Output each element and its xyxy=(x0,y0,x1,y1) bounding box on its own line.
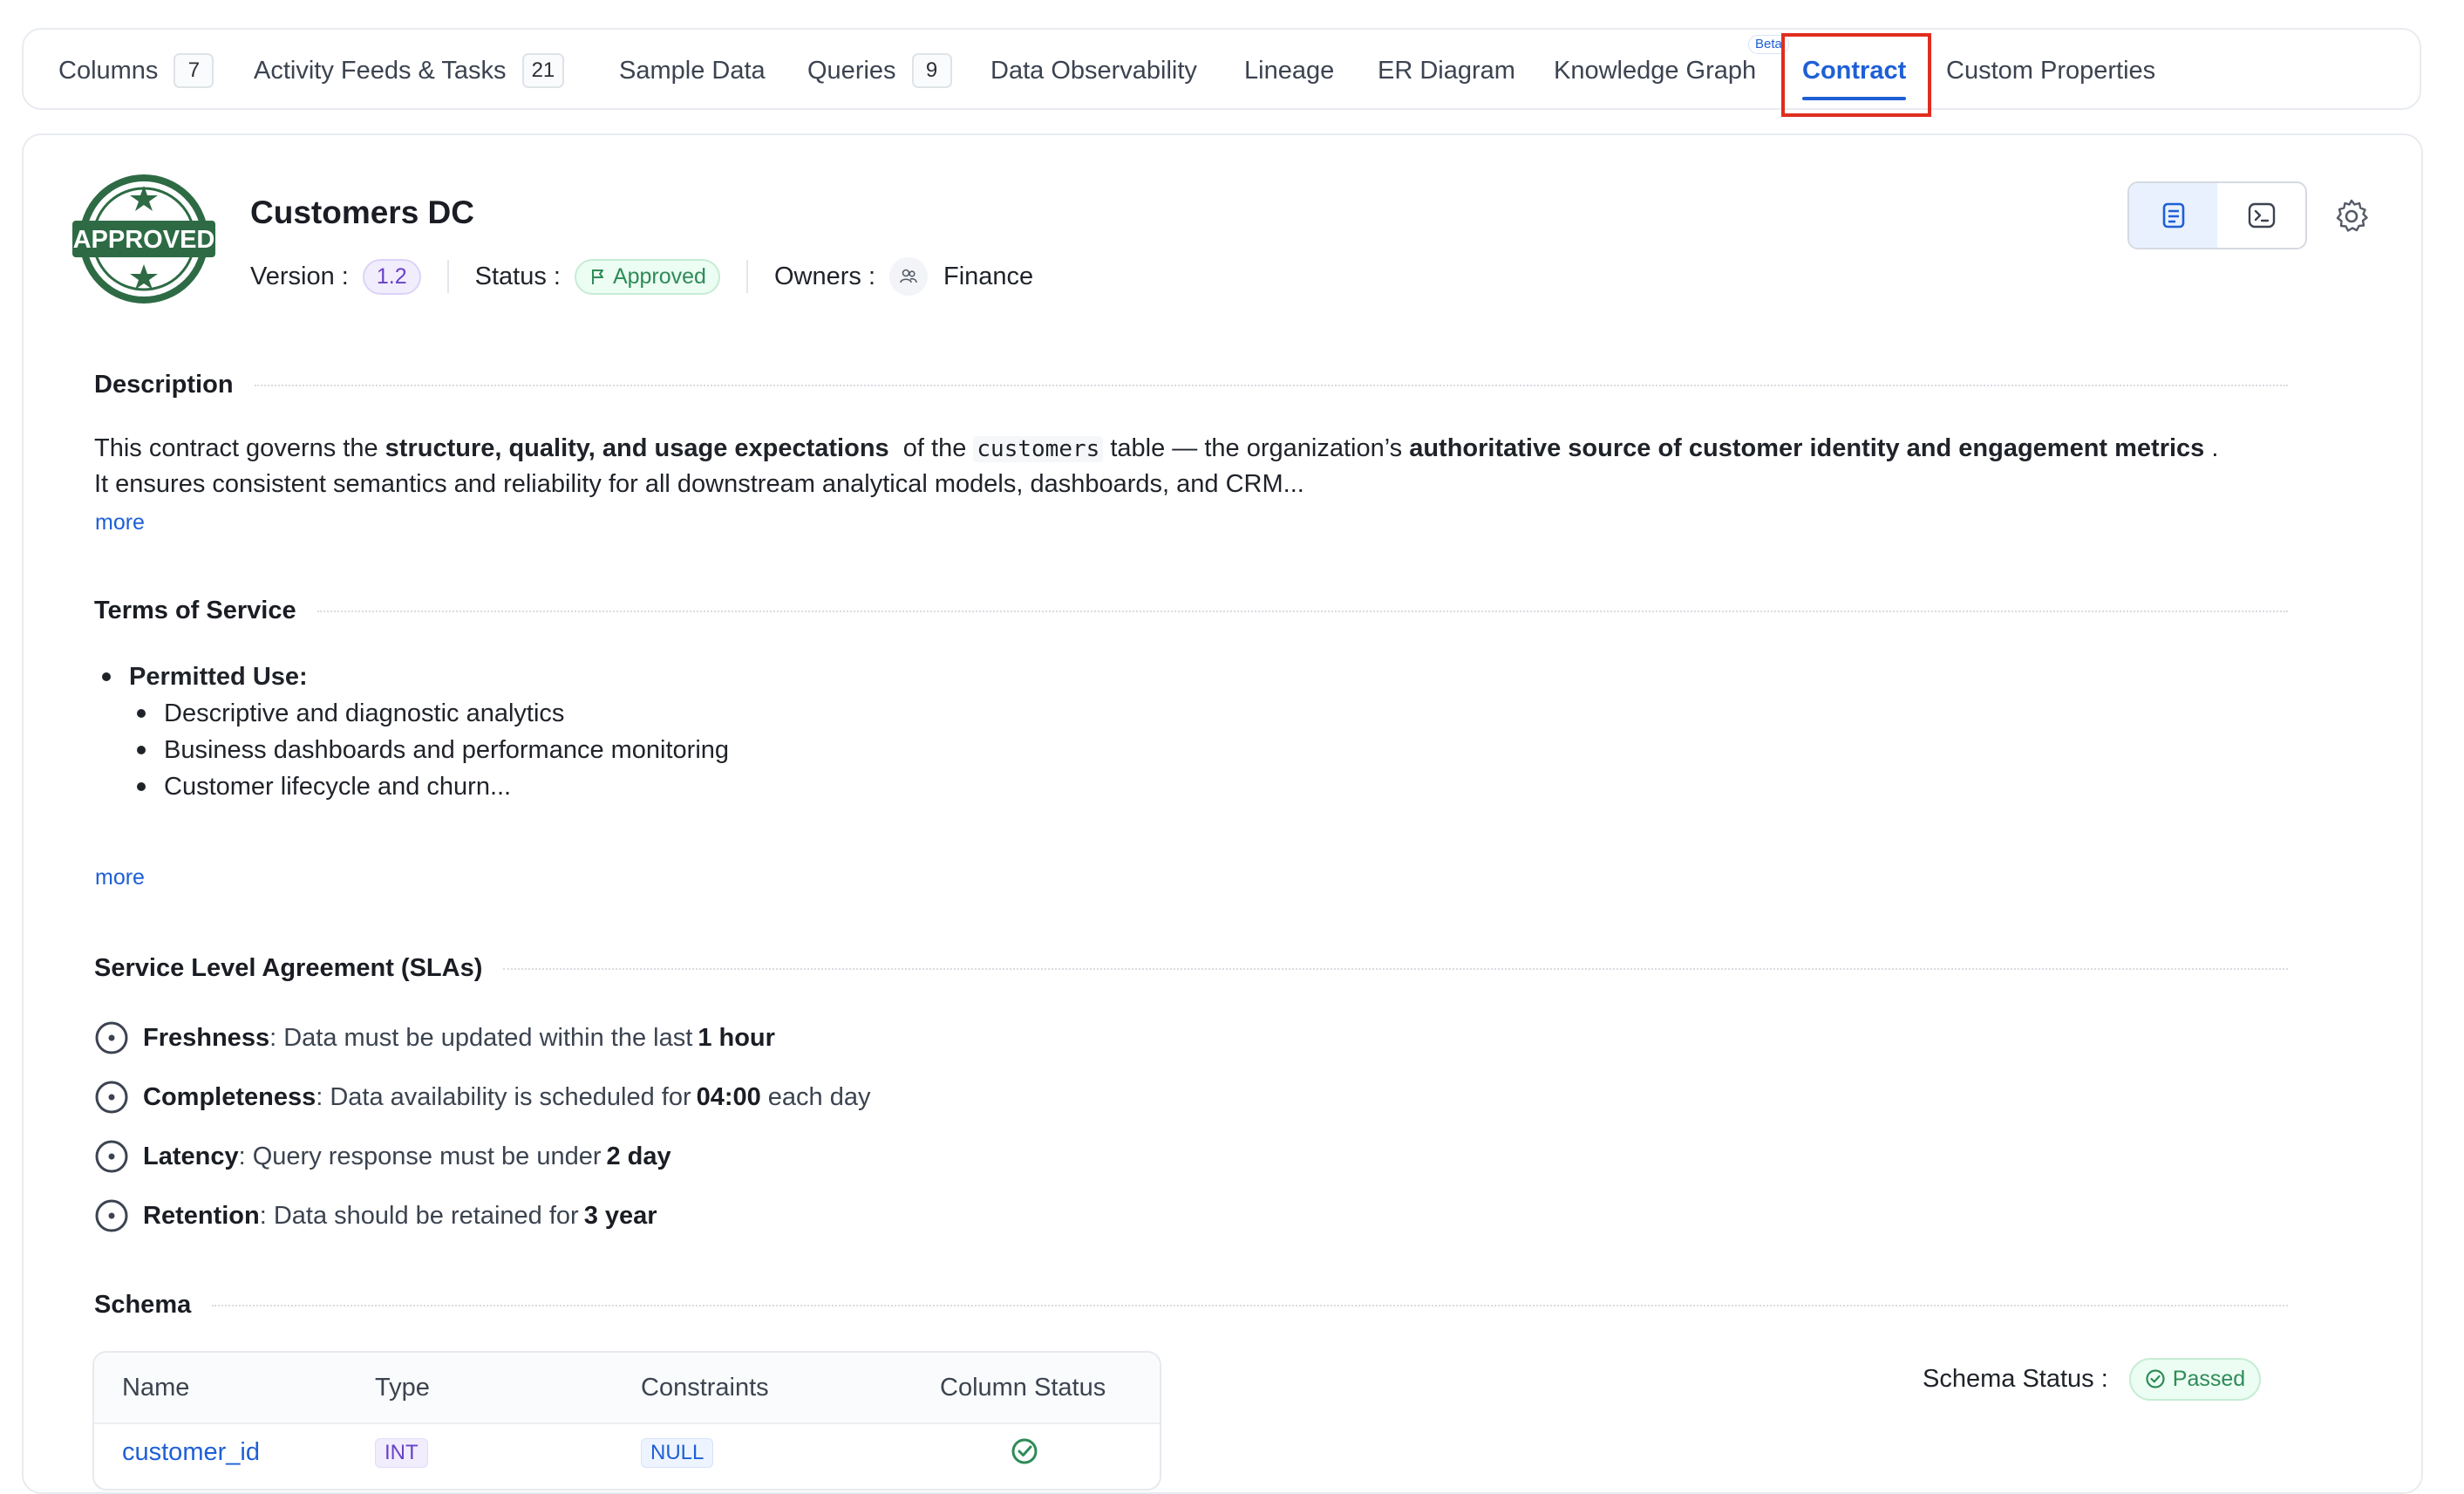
description-more-link[interactable]: more xyxy=(95,510,145,536)
sla-heading: Service Level Agreement (SLAs) xyxy=(94,954,2288,983)
radio-dot-icon xyxy=(95,1199,128,1232)
sla-completeness: Completeness: Data availability is sched… xyxy=(94,1079,871,1115)
table-row: customer_id INT NULL xyxy=(94,1424,1160,1477)
radio-dot-icon xyxy=(95,1081,128,1114)
tab-label: Data Observability xyxy=(990,56,1197,85)
sla-latency: Latency: Query response must be under 2 d… xyxy=(94,1138,671,1175)
owners-label: Owners : xyxy=(773,262,875,290)
list-item: Descriptive and diagnostic analytics xyxy=(94,695,729,732)
sla-retention: Retention: Data should be retained for 3 … xyxy=(94,1197,657,1234)
terminal-icon xyxy=(2248,202,2275,229)
column-header-type: Type xyxy=(375,1374,430,1402)
schema-heading: Schema xyxy=(94,1291,2288,1320)
type-chip: INT xyxy=(375,1438,428,1468)
list-item: Customer lifecycle and churn... xyxy=(94,768,729,805)
schema-status-text: Passed xyxy=(2172,1366,2246,1391)
owner-name[interactable]: Finance xyxy=(943,263,1033,291)
status-text: Approved xyxy=(612,263,706,289)
column-header-constraints: Constraints xyxy=(641,1374,769,1402)
tab-label: Lineage xyxy=(1244,56,1335,85)
contract-title: Customers DC xyxy=(250,194,474,230)
settings-gear-icon[interactable] xyxy=(2333,198,2370,235)
tab-activity-feeds[interactable]: Activity Feeds & Tasks 21 xyxy=(254,30,565,112)
section-divider xyxy=(254,384,2288,386)
tab-count-badge: 7 xyxy=(174,53,214,88)
list-item: Permitted Use: xyxy=(94,658,729,695)
status-badge: Approved xyxy=(574,258,720,295)
description-text: This contract governs the structure, qua… xyxy=(94,434,2219,498)
team-avatar-icon xyxy=(889,257,928,296)
contract-meta: Version : 1.2 Status : Approved Owners :… xyxy=(250,257,1033,296)
section-divider xyxy=(503,967,2288,970)
tab-knowledge-graph[interactable]: Knowledge Graph xyxy=(1554,30,1756,112)
tab-label: Columns xyxy=(58,56,159,85)
section-divider xyxy=(317,610,2288,612)
terms-more-link[interactable]: more xyxy=(95,865,145,890)
flag-icon xyxy=(591,269,603,284)
approved-stamp-icon: APPROVED xyxy=(72,174,215,304)
tab-sample-data[interactable]: Sample Data xyxy=(619,30,766,112)
tab-label: Activity Feeds & Tasks xyxy=(254,56,507,85)
contract-card: APPROVED Customers DC Version : 1.2 Stat… xyxy=(22,133,2423,1494)
tab-count-badge: 9 xyxy=(911,53,952,88)
schema-table: Name Type Constraints Column Status cust… xyxy=(92,1351,1161,1491)
section-divider xyxy=(212,1304,2288,1306)
divider xyxy=(745,260,748,293)
highlight-annotation-box xyxy=(1781,33,1931,117)
status-label: Status : xyxy=(474,262,561,290)
terms-list: Permitted Use: Descriptive and diagnosti… xyxy=(94,658,729,805)
section-title: Description xyxy=(94,371,234,399)
radio-dot-icon xyxy=(95,1140,128,1173)
sla-freshness: Freshness: Data must be updated within t… xyxy=(94,1020,775,1056)
view-mode-toggle xyxy=(2127,181,2307,249)
document-icon xyxy=(2162,202,2184,229)
tab-data-observability[interactable]: Data Observability xyxy=(990,30,1197,112)
constraint-chip: NULL xyxy=(641,1438,714,1468)
column-header-status: Column Status xyxy=(940,1374,1106,1402)
schema-status-label: Schema Status : xyxy=(1923,1364,2108,1393)
tab-label: Queries xyxy=(807,56,896,85)
list-item: Business dashboards and performance moni… xyxy=(94,732,729,768)
column-header-name: Name xyxy=(122,1374,190,1402)
version-badge: 1.2 xyxy=(362,258,421,295)
tab-bar: Columns 7 Activity Feeds & Tasks 21 Samp… xyxy=(22,28,2421,110)
tab-er-diagram[interactable]: ER Diagram xyxy=(1378,30,1515,112)
tab-lineage[interactable]: Lineage xyxy=(1244,30,1334,112)
terms-heading: Terms of Service xyxy=(94,597,2288,625)
ui-view-button[interactable] xyxy=(2129,183,2217,248)
divider xyxy=(446,260,449,293)
tab-custom-properties[interactable]: Custom Properties xyxy=(1946,30,2155,112)
tab-label: Sample Data xyxy=(619,56,766,85)
radio-dot-icon xyxy=(95,1021,128,1054)
description-heading: Description xyxy=(94,371,2288,399)
tab-count-badge: 21 xyxy=(521,53,565,88)
version-label: Version : xyxy=(250,262,349,290)
tab-columns[interactable]: Columns 7 xyxy=(58,30,214,112)
section-title: Service Level Agreement (SLAs) xyxy=(94,954,483,982)
tab-label: Custom Properties xyxy=(1946,56,2156,85)
schema-status-badge: Passed xyxy=(2128,1357,2262,1401)
check-circle-icon xyxy=(2146,1369,2165,1388)
tab-label: ER Diagram xyxy=(1378,56,1515,85)
tab-queries[interactable]: Queries 9 xyxy=(807,30,952,112)
section-title: Terms of Service xyxy=(94,597,296,624)
column-name-link[interactable]: customer_id xyxy=(122,1438,260,1467)
schema-status: Schema Status : Passed xyxy=(1923,1353,2262,1405)
yaml-view-button[interactable] xyxy=(2217,183,2305,248)
svg-text:APPROVED: APPROVED xyxy=(73,226,215,254)
section-title: Schema xyxy=(94,1291,192,1319)
table-header: Name Type Constraints Column Status xyxy=(94,1353,1160,1424)
tab-label: Knowledge Graph xyxy=(1554,56,1757,85)
